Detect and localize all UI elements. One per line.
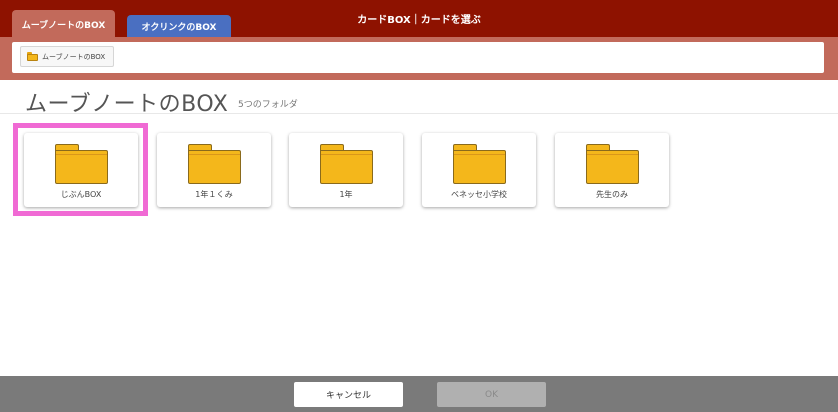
folder-label: 先生のみ [596,190,628,199]
ok-button[interactable]: OK [437,382,546,407]
folder-icon [320,144,373,184]
folder-label: じぶんBOX [60,190,102,199]
window-title: カードBOX｜カードを選ぶ [357,15,481,26]
breadcrumb-bar: ムーブノートのBOX [0,37,838,80]
top-bar: ムーブノートのBOX オクリンクのBOX カードBOX｜カードを選ぶ [0,0,838,39]
folder-label: 1年１くみ [195,190,233,199]
cancel-button[interactable]: キャンセル [294,382,403,407]
page-title: ムーブノートのBOX [25,92,229,117]
folder-icon [55,144,108,184]
folder-count: 5つのフォルダ [238,100,298,110]
breadcrumb: ムーブノートのBOX [12,42,824,73]
breadcrumb-item-movenote-box[interactable]: ムーブノートのBOX [20,46,115,67]
folder-tile-1nen-1kumi[interactable]: 1年１くみ [157,133,271,207]
breadcrumb-label: ムーブノートのBOX [42,52,106,61]
folder-icon [453,144,506,184]
footer-bar: キャンセル OK [0,376,838,412]
folder-tile-1nen[interactable]: 1年 [289,133,403,207]
folder-icon [188,144,241,184]
folder-icon [27,52,38,61]
folder-icon [586,144,639,184]
folder-label: ベネッセ小学校 [451,190,507,199]
folder-label: 1年 [339,190,353,199]
page-header: ムーブノートのBOX 5つのフォルダ [0,80,838,117]
folder-tile-jibun-box[interactable]: じぶんBOX [24,133,138,207]
folder-tile-benesse-school[interactable]: ベネッセ小学校 [422,133,536,207]
folder-tile-teachers-only[interactable]: 先生のみ [555,133,669,207]
